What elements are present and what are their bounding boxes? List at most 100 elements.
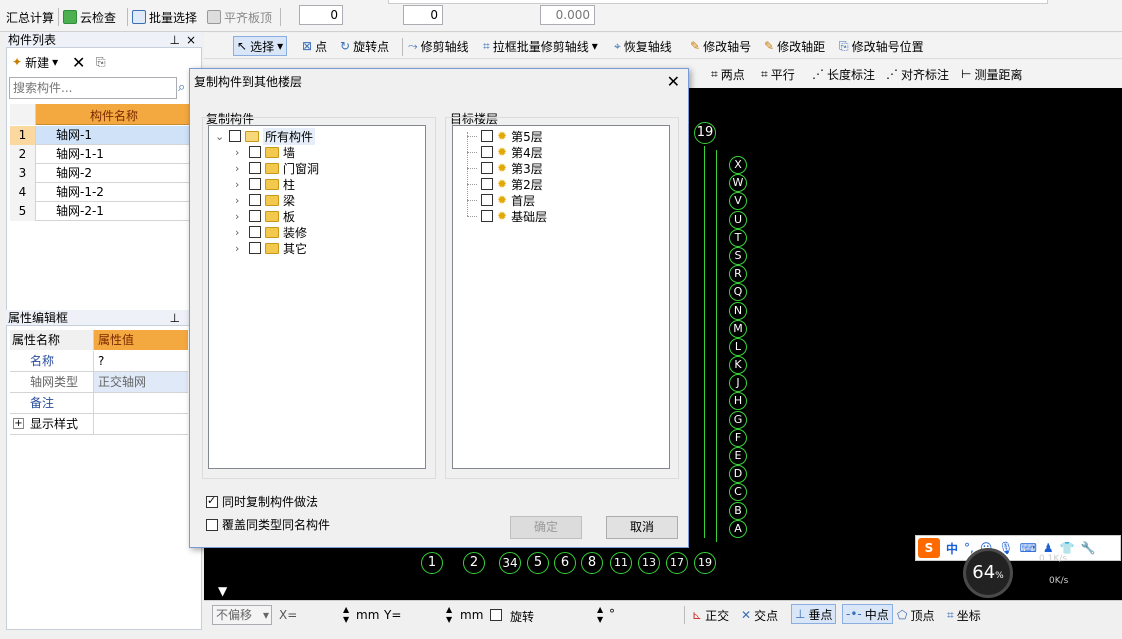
y-spinner[interactable]: ▲ ▼ [446,605,452,625]
floor-item-1[interactable]: ✹ 首层 [467,192,535,208]
expand-arrow-icon[interactable]: › [235,210,245,223]
checkbox[interactable] [249,178,261,190]
align-dim-button[interactable]: ⋰ 对齐标注 [886,64,949,84]
delete-button[interactable]: ✕ [72,52,85,72]
copy-method-option[interactable]: 同时复制构件做法 [206,493,318,510]
table-row[interactable]: 1 轴网-1 [10,126,190,145]
restore-axis-button[interactable]: ⌖ 恢复轴线 [614,36,672,56]
table-row[interactable]: 5 轴网-2-1 [10,202,190,221]
x-input[interactable]: 0 [299,5,343,25]
rotate-spinner[interactable]: ▲ ▼ [597,605,603,625]
checkbox[interactable] [481,210,493,222]
property-row-name[interactable]: 名称? [10,351,188,372]
rotate-input[interactable]: 0.000 [540,5,595,25]
tree-item-other[interactable]: › 其它 [235,240,307,256]
checkbox[interactable] [249,210,261,222]
two-point-button[interactable]: ⌗ 两点 [711,64,745,84]
checkbox[interactable] [249,194,261,206]
rotate-point-button[interactable]: ↻ 旋转点 [340,36,389,56]
floor-item-2[interactable]: ✹ 第2层 [467,176,543,192]
component-tree[interactable]: ⌄ 所有构件 › 墙 › 门窗洞 › 柱 › 梁 › 板 › 装修 › 其它 [208,125,426,469]
checkbox[interactable] [481,146,493,158]
select-button[interactable]: ↖ 选择 ▾ [233,36,288,56]
ok-button[interactable]: 确定 [510,516,582,539]
checkbox[interactable] [206,518,218,531]
delete-icon: ✕ [72,52,86,72]
collapse-arrow-icon[interactable]: ⌄ [215,130,225,143]
floor-item-4[interactable]: ✹ 第4层 [467,144,543,160]
checkbox[interactable] [481,178,493,190]
pin-icon[interactable]: ⊥ [170,32,180,48]
offset-select[interactable]: 不偏移 ▾ [212,605,272,625]
checkbox[interactable] [249,146,261,158]
cancel-button[interactable]: 取消 [606,516,678,539]
snap-perp-button[interactable]: ⊥ 垂点 [791,604,837,624]
parallel-button[interactable]: ⌗ 平行 [761,64,795,84]
close-icon[interactable]: × [186,32,196,48]
x-spinner[interactable]: ▲ ▼ [343,605,349,625]
box-trim-button[interactable]: ⌗ 拉框批量修剪轴线 ▾ [483,36,598,56]
property-row-axis-type[interactable]: 轴网类型 正交轴网 [10,372,188,393]
tree-item-wall[interactable]: › 墙 [235,144,295,160]
floor-item-3[interactable]: ✹ 第3层 [467,160,543,176]
floor-item-5[interactable]: ✹ 第5层 [467,128,543,144]
expand-arrow-icon[interactable]: › [235,162,245,175]
expand-arrow-icon[interactable]: › [235,178,245,191]
tree-item-beam[interactable]: › 梁 [235,192,295,208]
checkbox[interactable] [481,162,493,174]
copy-button[interactable]: ⎘ [96,52,106,72]
tree-item-column[interactable]: › 柱 [235,176,295,192]
checkbox[interactable] [249,242,261,254]
tree-root[interactable]: ⌄ 所有构件 [215,127,316,145]
snap-mid-button[interactable]: -•- 中点 [842,604,893,624]
floor-tree[interactable]: ✹ 第5层 ✹ 第4层 ✹ 第3层 ✹ 第2层 ✹ 首层 ✹ 基础层 [452,125,670,469]
search-icon[interactable]: ⌕ [178,80,185,95]
y-label: Y= [384,608,402,622]
table-row[interactable]: 2 轴网-1-1 [10,145,190,164]
axis-label: G [729,410,747,429]
modify-axis-no-button[interactable]: ✎ 修改轴号 [690,36,751,56]
align-top-button[interactable]: 平齐板顶 [207,7,272,27]
expand-arrow-icon[interactable]: › [235,226,245,239]
checkbox-checked[interactable] [206,494,218,508]
search-input[interactable] [9,77,177,99]
expand-arrow-icon[interactable]: › [235,242,245,255]
cloud-check-button[interactable]: 云检查 [63,7,116,27]
snap-vertex-button[interactable]: ⬠ 顶点 [897,605,934,625]
point-button[interactable]: ⊠ 点 [302,36,327,56]
tree-item-decoration[interactable]: › 装修 [235,224,307,240]
table-row[interactable]: 4 轴网-1-2 [10,183,190,202]
measure-button[interactable]: ⊢ 测量距离 [961,64,1022,84]
down-arrow-icon[interactable]: ▼ [218,584,227,598]
checkbox[interactable] [481,130,493,142]
overwrite-option[interactable]: 覆盖同类型同名构件 [206,516,330,533]
y-input[interactable]: 0 [403,5,443,25]
snap-intersect-button[interactable]: ✕ 交点 [741,605,778,625]
checkbox[interactable] [229,130,241,142]
floor-item-foundation[interactable]: ✹ 基础层 [467,208,547,224]
checkbox[interactable] [249,226,261,238]
batch-select-button[interactable]: 批量选择 [132,7,197,27]
tree-item-openings[interactable]: › 门窗洞 [235,160,319,176]
pin-icon[interactable]: ⊥ [170,310,180,326]
tree-item-slab[interactable]: › 板 [235,208,295,224]
snap-coord-button[interactable]: ⌗ 坐标 [947,605,981,625]
rotate-checkbox[interactable] [490,609,502,621]
property-row-display-style[interactable]: 显示样式 + [10,414,188,435]
property-row-remark[interactable]: 备注 [10,393,188,414]
modify-axis-dist-button[interactable]: ✎ 修改轴距 [764,36,825,56]
trim-axis-button[interactable]: ⤳ 修剪轴线 [408,36,469,56]
new-component-button[interactable]: ✦ 新建 ▾ [12,52,58,72]
modify-axis-pos-button[interactable]: ⎘ 修改轴号位置 [839,36,924,56]
expand-arrow-icon[interactable]: › [235,146,245,159]
snap-orth-button[interactable]: ⊾ 正交 [692,605,729,625]
ime-lang[interactable]: 中 [946,540,958,557]
length-dim-button[interactable]: ⋰ 长度标注 [812,64,875,84]
expand-arrow-icon[interactable]: › [235,194,245,207]
checkbox[interactable] [481,194,493,206]
close-icon[interactable]: ✕ [667,72,680,91]
expand-icon[interactable]: + [13,418,24,429]
table-row[interactable]: 3 轴网-2 [10,164,190,183]
summary-button[interactable]: 汇总计算 [6,7,54,27]
checkbox[interactable] [249,162,261,174]
